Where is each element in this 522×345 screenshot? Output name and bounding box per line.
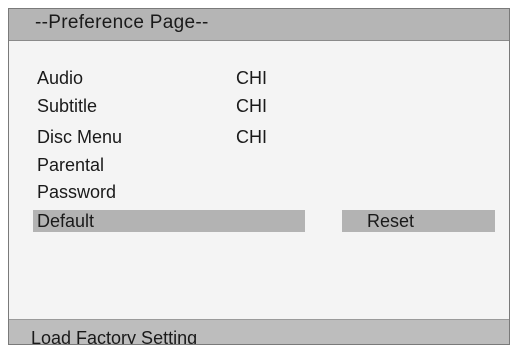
reset-button[interactable]: Reset <box>367 210 414 232</box>
audio-value: CHI <box>236 68 267 88</box>
page-title: --Preference Page-- <box>35 12 209 33</box>
subtitle-value: CHI <box>236 96 267 116</box>
preference-page-screen: --Preference Page-- Audio CHI Subtitle C… <box>8 8 510 345</box>
menu-item-default[interactable]: Default <box>37 210 94 232</box>
menu-item-audio[interactable]: Audio <box>37 67 83 89</box>
status-bar: Load Factory Setting <box>9 319 509 345</box>
reset-button-highlight <box>342 210 495 232</box>
disc-menu-value: CHI <box>236 127 267 147</box>
menu-item-subtitle[interactable]: Subtitle <box>37 95 97 117</box>
menu-item-password[interactable]: Password <box>37 181 116 203</box>
title-bar: --Preference Page-- <box>9 9 509 41</box>
menu-item-parental[interactable]: Parental <box>37 154 104 176</box>
menu-item-disc-menu[interactable]: Disc Menu <box>37 126 122 148</box>
status-text: Load Factory Setting <box>31 328 198 345</box>
